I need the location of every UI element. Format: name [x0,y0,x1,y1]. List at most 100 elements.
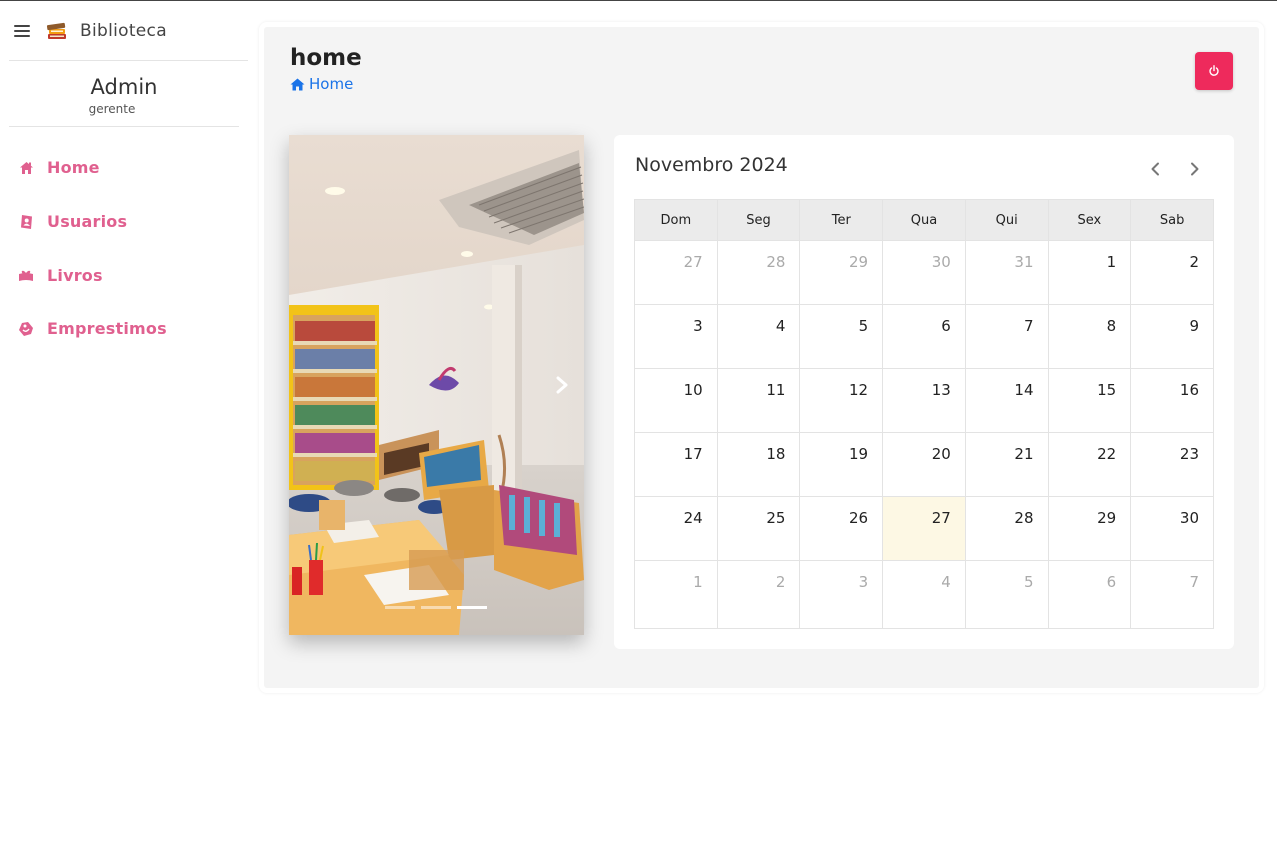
calendar-day[interactable]: 30 [1130,496,1214,561]
user-profile: Admin gerente [9,61,239,127]
calendar-prev-button[interactable] [1145,159,1165,179]
calendar-day[interactable]: 8 [1047,304,1132,369]
calendar-grid: Dom Seg Ter Qua Qui Sex Sab 27 28 29 30 31 1 2… [634,199,1214,629]
calendar-day[interactable]: 13 [882,368,966,433]
chevron-left-icon [1151,162,1159,176]
sidebar-item-usuarios[interactable]: Usuarios [0,195,248,249]
library-photo [289,135,584,635]
user-name: Admin [90,75,158,99]
calendar-day[interactable]: 3 [634,304,718,369]
user-role: gerente [88,102,136,116]
main-card: home Home Novembro 2024 Dom Seg Ter Qua … [259,22,1264,693]
chevron-right-icon [1191,162,1199,176]
calendar-day[interactable]: 28 [964,496,1049,561]
sidebar-item-livros[interactable]: Livros [0,248,248,302]
weekday-header: Sex [1047,199,1132,241]
weekday-header: Sab [1130,199,1214,241]
breadcrumb-home-link[interactable]: Home [309,75,353,93]
calendar-day-today[interactable]: 27 [882,496,966,561]
calendar-day-other-month[interactable]: 5 [964,560,1049,629]
sidebar-nav: Home Usuarios Livros Emprestimos [0,141,248,356]
calendar-day[interactable]: 12 [799,368,884,433]
chevron-right-icon [556,376,568,394]
calendar-day-other-month[interactable]: 3 [799,560,884,629]
weekday-header: Dom [634,199,718,241]
calendar-day-other-month[interactable]: 2 [716,560,801,629]
carousel-indicator[interactable] [421,606,451,609]
calendar-day[interactable]: 9 [1130,304,1214,369]
calendar-day[interactable]: 16 [1130,368,1214,433]
calendar-day[interactable]: 24 [634,496,718,561]
sidebar-item-label: Home [47,158,100,178]
calendar-day-other-month[interactable]: 6 [1047,560,1132,629]
calendar-day[interactable]: 5 [799,304,884,369]
calendar-day[interactable]: 7 [964,304,1049,369]
book-heart-icon [18,267,34,283]
weekday-header: Ter [799,199,884,241]
tag-icon [18,321,34,337]
calendar-day-other-month[interactable]: 27 [634,240,718,305]
weekday-header-row: Dom Seg Ter Qua Qui Sex Sab [634,199,1214,241]
calendar-week-row: 3456789 [634,304,1214,369]
logout-button[interactable] [1195,52,1233,90]
calendar-next-button[interactable] [1185,159,1205,179]
sidebar-item-home[interactable]: Home [0,141,248,195]
calendar-day[interactable]: 15 [1047,368,1132,433]
calendar-day[interactable]: 1 [1047,240,1132,305]
power-icon [1209,65,1219,76]
calendar-day[interactable]: 29 [1047,496,1132,561]
calendar-day[interactable]: 11 [716,368,801,433]
sidebar-item-label: Emprestimos [47,319,167,339]
menu-icon[interactable] [14,24,30,37]
calendar-day-other-month[interactable]: 28 [716,240,801,305]
calendar-day[interactable]: 25 [716,496,801,561]
calendar-body: 27 28 29 30 31 1 2 3 4 5 6 7 8 9 10 11 12 13 14 15 16 17 18 19 2… [634,240,1214,629]
calendar-day[interactable]: 18 [716,432,801,497]
calendar-day[interactable]: 26 [799,496,884,561]
calendar-day[interactable]: 6 [882,304,966,369]
carousel-indicator-active[interactable] [457,606,487,609]
page-title: home [290,45,362,71]
calendar-day-other-month[interactable]: 31 [964,240,1049,305]
breadcrumb[interactable]: Home [290,75,353,93]
weekday-header: Qua [882,199,966,241]
calendar-day[interactable]: 21 [964,432,1049,497]
calendar-day-other-month[interactable]: 30 [882,240,966,305]
calendar-day-other-month[interactable]: 1 [634,560,718,629]
calendar-week-row: 24 25 26 27 28 29 30 [634,496,1214,561]
sidebar-item-label: Usuarios [47,212,128,232]
calendar-day[interactable]: 20 [882,432,966,497]
calendar-title: Novembro 2024 [635,154,788,176]
calendar-day[interactable]: 19 [799,432,884,497]
calendar-day[interactable]: 10 [634,368,718,433]
calendar-day-other-month[interactable]: 29 [799,240,884,305]
calendar-day[interactable]: 2 [1130,240,1214,305]
weekday-header: Seg [716,199,801,241]
calendar-day[interactable]: 23 [1130,432,1214,497]
calendar-day-other-month[interactable]: 4 [882,560,966,629]
sidebar: Biblioteca Admin gerente Home Usuarios L… [0,1,248,861]
calendar-week-row: 17 18 19 20 21 22 23 [634,432,1214,497]
carousel-indicator[interactable] [385,606,415,609]
home-icon [290,78,305,90]
calendar: Novembro 2024 Dom Seg Ter Qua Qui Sex Sa… [614,135,1234,649]
calendar-day[interactable]: 4 [716,304,801,369]
calendar-day[interactable]: 14 [964,368,1049,433]
home-icon [18,160,34,176]
carousel-indicators [385,606,487,609]
books-logo-icon [46,22,66,39]
calendar-week-row: 10 11 12 13 14 15 16 [634,368,1214,433]
calendar-week-row: 27 28 29 30 31 1 2 [634,240,1214,305]
calendar-day-other-month[interactable]: 7 [1130,560,1214,629]
user-book-icon [18,214,34,230]
brand-bar: Biblioteca [9,1,248,61]
sidebar-item-label: Livros [47,265,103,285]
brand-name: Biblioteca [80,20,167,41]
carousel-next-button[interactable] [552,373,572,397]
calendar-day[interactable]: 22 [1047,432,1132,497]
calendar-week-row: 1234567 [634,560,1214,629]
image-carousel [289,135,584,635]
sidebar-item-emprestimos[interactable]: Emprestimos [0,302,248,356]
calendar-day[interactable]: 17 [634,432,718,497]
weekday-header: Qui [964,199,1049,241]
